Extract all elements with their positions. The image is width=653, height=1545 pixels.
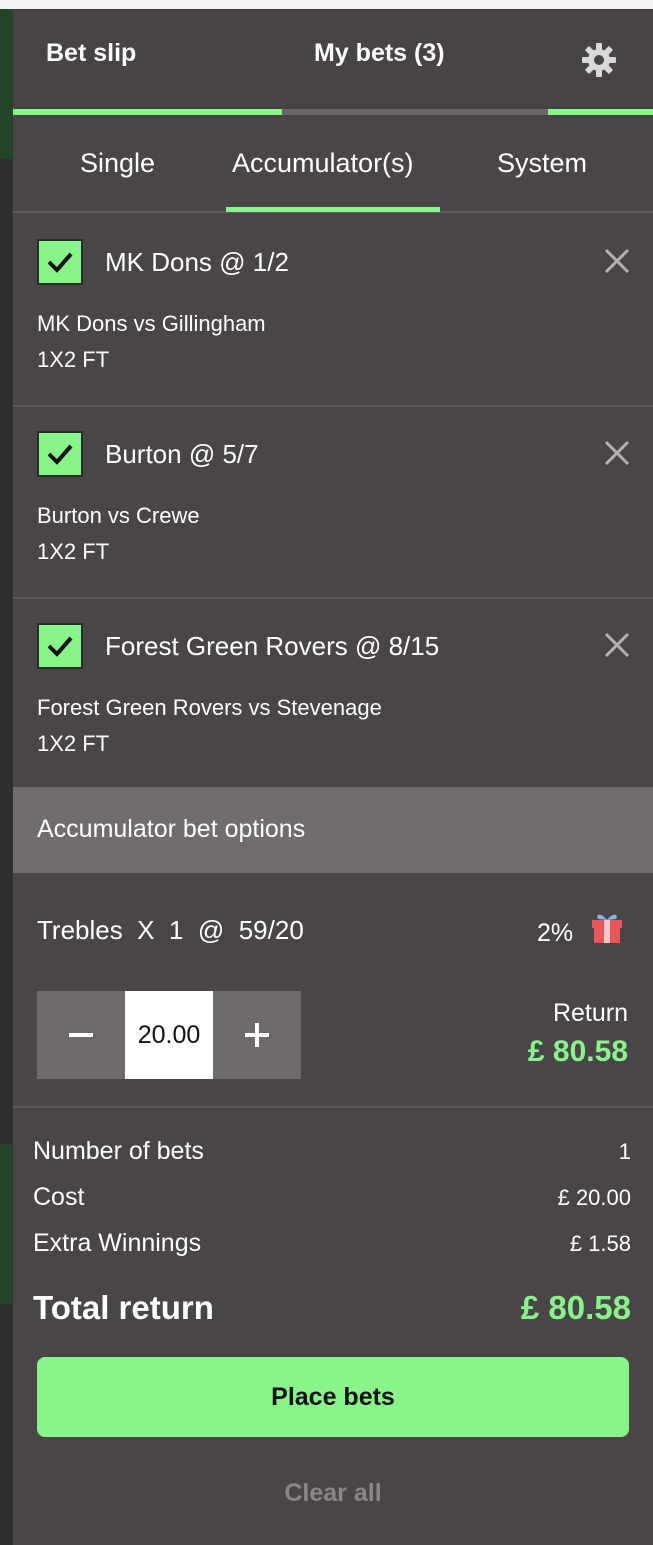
selection-title: Forest Green Rovers @ 8/15 [105,631,440,661]
background-page-edge [0,9,13,1545]
check-icon [47,636,73,657]
selection-checkbox[interactable] [37,431,83,477]
selection-match: Forest Green Rovers vs Stevenage [37,695,382,720]
selection-checkbox[interactable] [37,623,83,669]
selection-market: 1X2 FT [37,731,110,756]
total-return-value: £ 80.58 [520,1289,631,1326]
return-value: £ 80.58 [527,1035,628,1068]
betslip-header: Bet slip My bets (3) [13,9,653,115]
tab-accumulators[interactable]: Accumulator(s) [232,148,414,179]
selection-checkbox[interactable] [37,239,83,285]
trebles-label: Trebles X 1 @ 59/20 [37,915,304,945]
bets-label: Number of bets [33,1137,204,1165]
minus-icon[interactable] [37,991,125,1079]
selection-market: 1X2 FT [37,539,110,564]
boost-percent: 2% [537,919,574,947]
gift-icon[interactable] [589,909,625,945]
extra-winnings-value: £ 1.58 [569,1231,631,1256]
plus-icon[interactable] [213,991,301,1079]
selection-item: Burton @ 5/7 Burton vs Crewe 1X2 FT [13,405,653,599]
background-green-block [0,1144,13,1304]
tab-bet-slip[interactable]: Bet slip [46,39,136,68]
selection-title: Burton @ 5/7 [105,439,259,469]
background-green-block [0,9,13,159]
close-icon[interactable] [601,629,633,661]
accumulator-options-label: Accumulator bet options [37,815,306,843]
check-icon [47,444,73,465]
close-icon[interactable] [601,437,633,469]
place-bets-button[interactable]: Place bets [37,1357,629,1437]
summary-row-extra: Extra Winnings £ 1.58 [33,1229,631,1258]
betslip-panel: Bet slip My bets (3) Single Accumulator(… [13,9,653,1545]
accumulator-options-header[interactable]: Accumulator bet options [13,787,653,873]
stake-input[interactable]: 20.00 [125,991,213,1079]
check-icon [47,252,73,273]
selection-item: Forest Green Rovers @ 8/15 Forest Green … [13,597,653,789]
gear-icon[interactable] [581,42,617,78]
divider [13,1106,653,1108]
selection-title: MK Dons @ 1/2 [105,247,289,277]
tab-my-bets[interactable]: My bets (3) [314,39,445,68]
tab-single[interactable]: Single [80,148,155,179]
close-icon[interactable] [601,245,633,277]
active-tab-underline [226,207,440,212]
selection-item: MK Dons @ 1/2 MK Dons vs Gillingham 1X2 … [13,213,653,407]
summary-row-cost: Cost £ 20.00 [33,1183,631,1212]
bet-type-tabs: Single Accumulator(s) System [13,115,653,213]
selection-match: MK Dons vs Gillingham [37,311,266,336]
extra-winnings-label: Extra Winnings [33,1229,202,1257]
clear-all-button[interactable]: Clear all [13,1479,653,1508]
total-return-label: Total return [33,1289,214,1326]
stake-stepper: 20.00 [37,991,301,1079]
summary-row-bets: Number of bets 1 [33,1137,631,1166]
top-strip [0,0,653,9]
selection-market: 1X2 FT [37,347,110,372]
bets-value: 1 [618,1139,631,1164]
tab-system[interactable]: System [497,148,587,179]
return-label: Return [552,999,628,1027]
cost-value: £ 20.00 [557,1185,631,1210]
cost-label: Cost [33,1183,85,1211]
selection-match: Burton vs Crewe [37,503,200,528]
